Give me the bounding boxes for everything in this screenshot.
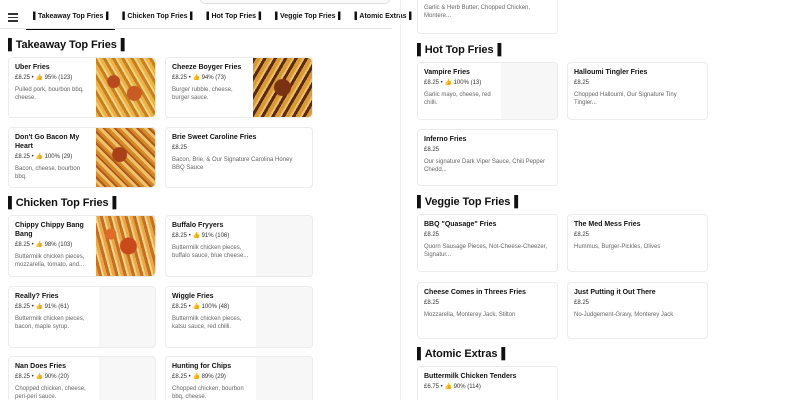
menu-list-icon[interactable] (8, 13, 18, 22)
item-name: Buffalo Fryyers (172, 222, 224, 229)
item-description: Burger rubble, cheese, burger sauce. (172, 87, 233, 101)
tab-chicken-top-fries[interactable]: ▌Chicken Top Fries▐ (115, 0, 199, 30)
item-price-rating: £8.25 • 👍 100% (48) (172, 304, 230, 310)
item-price-rating: £8.25 • 👍 91% (106) (172, 233, 230, 239)
item-name: Just Putting it Out There (574, 289, 656, 296)
menu-item-card[interactable]: Hunting for Chips £8.25 • 👍 89% (29) Cho… (165, 356, 313, 400)
menu-item-card[interactable]: Uber Fries £8.25 • 👍 95% (123) Pulled po… (8, 57, 156, 118)
item-name: Inferno Fries (424, 136, 467, 143)
section-title-takeaway: ▌Takeaway Top Fries▐ (8, 39, 125, 51)
tab-takeaway-top-fries[interactable]: ▌Takeaway Top Fries▐ (26, 0, 116, 30)
item-description: Mozzarella, Monterey Jack, Stilton (424, 312, 516, 318)
item-photo-placeholder (99, 357, 155, 400)
item-photo-placeholder (501, 63, 557, 119)
item-name: Uber Fries (15, 64, 50, 71)
item-price-rating: £8.25 • 👍 98% (103) (15, 242, 73, 248)
menu-item-card[interactable]: Buttermilk Chicken Tenders £6.75 • 👍 90%… (417, 366, 558, 400)
item-name: Nan Does Fries (15, 363, 66, 370)
menu-item-card[interactable]: Wiggle Fries £8.25 • 👍 100% (48) Butterm… (165, 286, 313, 348)
item-description: Bacon, cheese, bourbon bbq. (15, 166, 81, 180)
tab-atomic-extras[interactable]: ▌Atomic Extras▐ (347, 0, 418, 30)
section-title-hot: ▌Hot Top Fries▐ (417, 44, 502, 56)
item-name: Really? Fries (15, 293, 59, 300)
item-photo-placeholder (256, 216, 312, 276)
item-name: Vampire Fries (424, 69, 470, 76)
menu-item-card[interactable]: Inferno Fries £8.25 Our signature Dark V… (417, 129, 558, 186)
item-description: Bacon, Brie, & Our Signature Carolina Ho… (172, 157, 293, 171)
item-price-rating: £8.25 (424, 147, 440, 153)
item-name: Hunting for Chips (172, 363, 232, 370)
category-tabs: ▌Takeaway Top Fries▐ ▌Chicken Top Fries▐… (26, 0, 418, 30)
column-divider (400, 0, 401, 400)
item-photo-placeholder (256, 357, 312, 400)
item-price-rating: £8.25 • 👍 89% (29) (172, 374, 226, 380)
section-title-veggie: ▌Veggie Top Fries▐ (417, 196, 518, 208)
menu-item-card[interactable]: Vampire Fries £8.25 • 👍 100% (13) Garlic… (417, 62, 558, 120)
item-photo-placeholder (99, 287, 155, 347)
item-name: Buttermilk Chicken Tenders (424, 373, 517, 380)
menu-item-card[interactable]: BBQ "Quasage" Fries £8.25 Quorn Sausage … (417, 214, 558, 272)
item-price-rating: £8.25 • 👍 94% (73) (172, 75, 226, 81)
item-name: The Med Mess Fries (574, 221, 641, 228)
item-name: Wiggle Fries (172, 293, 214, 300)
item-name: Brie Sweet Caroline Fries (172, 134, 257, 141)
item-price-rating: £8.25 (574, 232, 590, 238)
menu-item-card[interactable]: Halloumi Tingler Fries £8.25 Chopped Hal… (567, 62, 708, 120)
item-description: Pulled pork, bourbon bbq, cheese. (15, 87, 84, 101)
item-name: Cheeze Boyger Fries (172, 64, 242, 71)
item-description: Buttermilk chicken pieces, bacon, maple … (15, 316, 85, 330)
menu-item-card[interactable]: Chippy Chippy Bang Bang £8.25 • 👍 98% (1… (8, 215, 156, 277)
item-photo (96, 216, 155, 276)
item-name: Chippy Chippy Bang Bang (15, 222, 84, 238)
item-price-rating: £8.25 (574, 300, 590, 306)
item-price-rating: £8.25 • 👍 91% (61) (15, 304, 69, 310)
tabs-divider (0, 28, 392, 29)
section-title-atomic: ▌Atomic Extras▐ (417, 348, 506, 360)
item-price-rating: £6.75 • 👍 90% (114) (424, 384, 481, 390)
tab-veggie-top-fries[interactable]: ▌Veggie Top Fries▐ (268, 0, 347, 30)
menu-item-card[interactable]: Nan Does Fries £8.25 • 👍 90% (20) Choppe… (8, 356, 156, 400)
menu-item-card[interactable]: Just Putting it Out There £8.25 No-Judge… (567, 282, 708, 339)
item-name: Halloumi Tingler Fries (574, 69, 648, 76)
menu-item-card[interactable]: Really? Fries £8.25 • 👍 91% (61) Butterm… (8, 286, 156, 348)
item-price-rating: £8.25 (172, 145, 188, 151)
item-description: Buttermilk chicken pieces, katsu sauce, … (172, 316, 242, 330)
item-description: Buttermilk chicken pieces, buffalo sauce… (172, 245, 249, 259)
item-name: BBQ "Quasage" Fries (424, 221, 497, 228)
item-name: Don't Go Bacon My Heart (15, 134, 80, 150)
item-photo-placeholder (256, 287, 312, 347)
item-description: Chopped Halloumi, Our Signature Tiny Tin… (574, 92, 677, 106)
item-price-rating: £8.25 • 👍 95% (123) (15, 75, 73, 81)
section-title-chicken: ▌Chicken Top Fries▐ (8, 197, 117, 209)
item-description: Quorn Sausage Pieces, Not-Cheese-Cheezer… (424, 244, 548, 258)
item-price-rating: £8.25 (424, 300, 440, 306)
item-description: Our signature Dark Viper Sauce, Chili Pe… (424, 159, 545, 173)
tab-hot-top-fries[interactable]: ▌Hot Top Fries▐ (200, 0, 269, 30)
item-description: Chopped chicken, bourbon bbq, cheese. (172, 386, 244, 400)
item-description: Garlic & Herb Butter, Chopped Chicken, M… (424, 5, 531, 19)
item-description: Chopped chicken, cheese, peri-peri sauce… (15, 386, 86, 400)
menu-item-card[interactable]: Buffalo Fryyers £8.25 • 👍 91% (106) Butt… (165, 215, 313, 277)
menu-item-card[interactable]: Garlic & Herb Butter, Chopped Chicken, M… (417, 0, 558, 34)
menu-item-card[interactable]: Cheese Comes in Threes Fries £8.25 Mozza… (417, 282, 558, 339)
item-price-rating: £8.25 • 👍 90% (20) (15, 374, 69, 380)
item-price-rating: £8.25 (574, 80, 590, 86)
item-description: Garlic mayo, cheese, red chilli. (424, 92, 491, 106)
item-description: Hummus, Burger-Pickles, Olives (574, 244, 661, 250)
menu-item-card[interactable]: The Med Mess Fries £8.25 Hummus, Burger-… (567, 214, 708, 272)
item-description: Buttermilk chicken pieces, mozzarella, t… (15, 254, 85, 268)
menu-item-card[interactable]: Brie Sweet Caroline Fries £8.25 Bacon, B… (165, 127, 313, 188)
item-price-rating: £8.25 • 👍 100% (29) (15, 154, 73, 160)
menu-item-card[interactable]: Cheeze Boyger Fries £8.25 • 👍 94% (73) B… (165, 57, 313, 118)
item-photo (96, 128, 155, 187)
menu-item-card[interactable]: Don't Go Bacon My Heart £8.25 • 👍 100% (… (8, 127, 156, 188)
item-name: Cheese Comes in Threes Fries (424, 289, 526, 296)
item-photo (96, 58, 155, 117)
item-photo (253, 58, 312, 117)
item-description: No-Judgement-Gravy, Monterey Jack (574, 312, 674, 318)
item-price-rating: £8.25 (424, 232, 440, 238)
item-price-rating: £8.25 • 👍 100% (13) (424, 80, 482, 86)
